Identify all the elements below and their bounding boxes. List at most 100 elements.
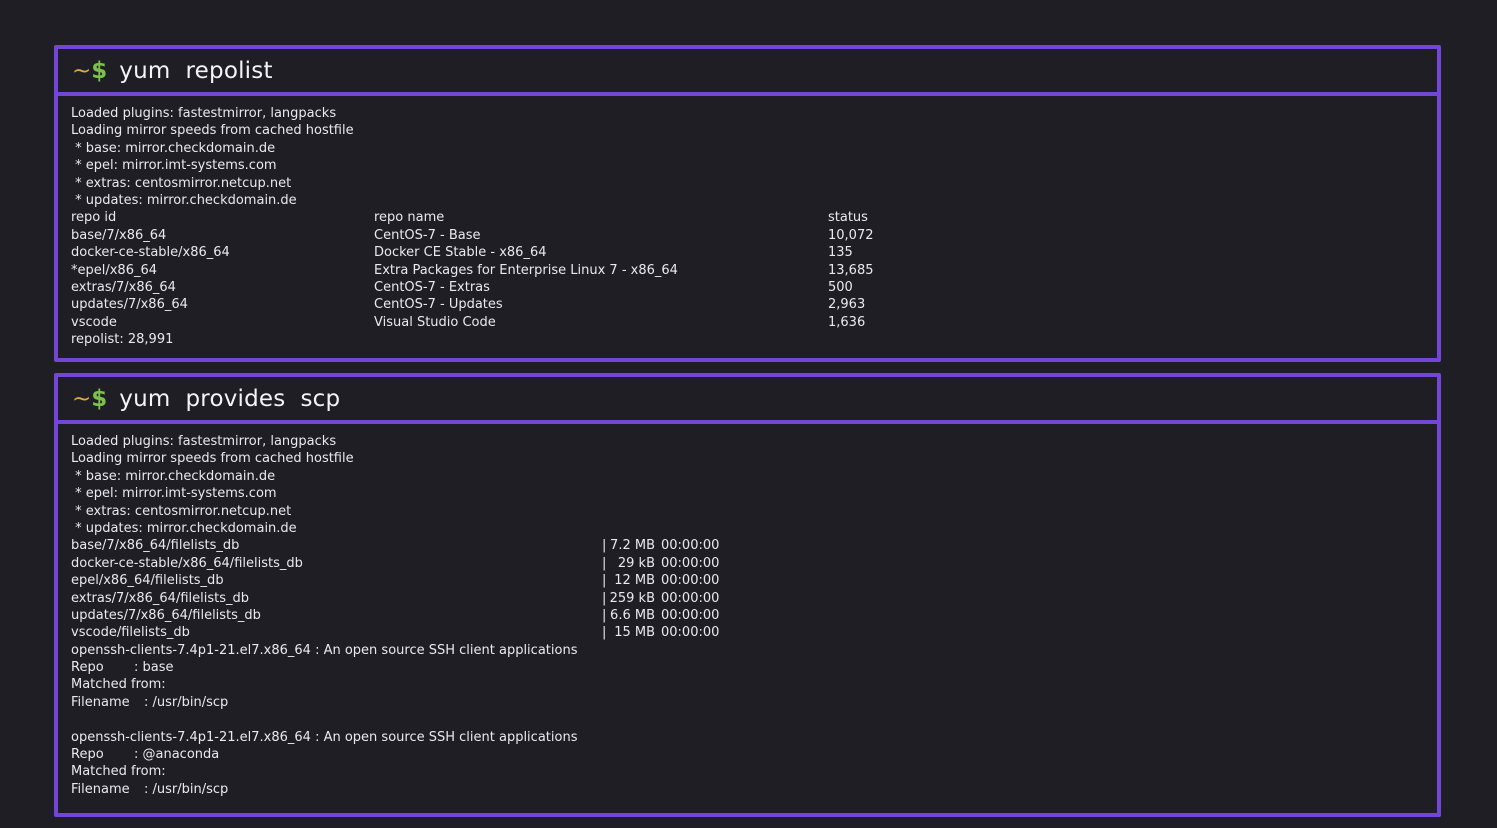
repo-name: Visual Studio Code xyxy=(374,314,496,330)
repolist-total: repolist: 28,991 xyxy=(71,332,174,348)
repo-id: *epel/x86_64 xyxy=(71,262,158,278)
prompt-dollar: $ xyxy=(91,385,108,412)
output-line: Loading mirror speeds from cached hostfi… xyxy=(71,123,354,139)
repo-table-header: repo id repo name status xyxy=(71,209,1437,226)
result-package: openssh-clients-7.4p1-21.el7.x86_64 : An… xyxy=(71,642,578,658)
table-row: *epel/x86_64 Extra Packages for Enterpri… xyxy=(71,262,1437,279)
prompt-tilde: ~ xyxy=(72,385,92,412)
result-filename: Filename : /usr/bin/scp xyxy=(71,694,1437,711)
download-row: vscode/filelists_db | 15 MB 00:00:00 xyxy=(71,624,1437,641)
repo-value: : @anaconda xyxy=(134,747,220,763)
repo-id: base/7/x86_64 xyxy=(71,227,167,243)
repo-label: Repo xyxy=(71,660,104,676)
repo-name: CentOS-7 - Base xyxy=(374,227,481,243)
repo-id: vscode xyxy=(71,314,117,330)
download-name: updates/7/x86_64/filelists_db xyxy=(71,607,261,623)
terminal-panel-provides: ~ $ yum provides scp Loaded plugins: faste… xyxy=(54,373,1441,817)
download-name: epel/x86_64/filelists_db xyxy=(71,573,224,589)
repo-name: Docker CE Stable - x86_64 xyxy=(374,245,547,261)
table-row: vscode Visual Studio Code 1,636 xyxy=(71,314,1437,331)
download-separator: | xyxy=(602,555,607,571)
output-line: * epel: mirror.imt-systems.com xyxy=(71,486,277,502)
result-repo: Repo : base xyxy=(71,659,1437,676)
result-filename: Filename : /usr/bin/scp xyxy=(71,781,1437,798)
result-package: openssh-clients-7.4p1-21.el7.x86_64 : An… xyxy=(71,729,578,745)
repo-name: CentOS-7 - Extras xyxy=(374,279,490,295)
output-line: Loading mirror speeds from cached hostfi… xyxy=(71,451,354,467)
download-size: 15 MB xyxy=(614,625,655,641)
filename-label: Filename xyxy=(71,781,130,797)
download-name: base/7/x86_64/filelists_db xyxy=(71,538,240,554)
repo-status: 13,685 xyxy=(828,262,874,278)
command-text: yum repolist xyxy=(119,57,273,84)
terminal-panel-repolist: ~ $ yum repolist Loaded plugins: fastestmi… xyxy=(54,45,1441,362)
download-size: 259 kB xyxy=(609,590,655,606)
table-row: extras/7/x86_64 CentOS-7 - Extras 500 xyxy=(71,279,1437,296)
download-separator: | xyxy=(602,625,607,641)
output-line: * epel: mirror.imt-systems.com xyxy=(71,158,277,174)
download-row: base/7/x86_64/filelists_db | 7.2 MB 00:0… xyxy=(71,537,1437,554)
repo-status: 10,072 xyxy=(828,227,874,243)
repo-name: CentOS-7 - Updates xyxy=(374,297,503,313)
filename-value: : /usr/bin/scp xyxy=(144,694,229,710)
download-size: 29 kB xyxy=(617,555,655,571)
output-line: * updates: mirror.checkdomain.de xyxy=(71,520,297,536)
repo-name: Extra Packages for Enterprise Linux 7 - … xyxy=(374,262,678,278)
table-row: base/7/x86_64 CentOS-7 - Base 10,072 xyxy=(71,227,1437,244)
output-line: * extras: centosmirror.netcup.net xyxy=(71,503,292,519)
header-repo-id: repo id xyxy=(71,210,117,226)
command-output: Loaded plugins: fastestmirror, langpacks… xyxy=(58,424,1437,798)
repo-id: extras/7/x86_64 xyxy=(71,279,176,295)
prompt-tilde: ~ xyxy=(72,57,92,84)
output-line: * updates: mirror.checkdomain.de xyxy=(71,192,297,208)
download-separator: | xyxy=(602,538,607,554)
table-row: updates/7/x86_64 CentOS-7 - Updates 2,96… xyxy=(71,296,1437,313)
download-size: 12 MB xyxy=(614,573,655,589)
repo-id: docker-ce-stable/x86_64 xyxy=(71,245,230,261)
command-line: ~ $ yum repolist xyxy=(58,49,1437,96)
filename-label: Filename xyxy=(71,694,130,710)
command-text: yum provides scp xyxy=(119,385,341,412)
output-line: * extras: centosmirror.netcup.net xyxy=(71,175,292,191)
result-repo: Repo : @anaconda xyxy=(71,746,1437,763)
download-row: docker-ce-stable/x86_64/filelists_db | 2… xyxy=(71,555,1437,572)
download-row: epel/x86_64/filelists_db | 12 MB 00:00:0… xyxy=(71,572,1437,589)
download-time: 00:00:00 xyxy=(661,625,720,641)
repo-status: 2,963 xyxy=(828,297,866,313)
repo-status: 1,636 xyxy=(828,314,866,330)
download-name: extras/7/x86_64/filelists_db xyxy=(71,590,250,606)
command-line: ~ $ yum provides scp xyxy=(58,377,1437,424)
download-name: docker-ce-stable/x86_64/filelists_db xyxy=(71,555,303,571)
download-row: updates/7/x86_64/filelists_db | 6.6 MB 0… xyxy=(71,607,1437,624)
result-matched: Matched from: xyxy=(71,677,166,693)
download-time: 00:00:00 xyxy=(661,607,720,623)
repo-status: 500 xyxy=(828,279,853,295)
download-size: 6.6 MB xyxy=(610,607,655,623)
output-line: Loaded plugins: fastestmirror, langpacks xyxy=(71,106,337,121)
header-status: status xyxy=(828,210,868,226)
output-line: * base: mirror.checkdomain.de xyxy=(71,140,276,156)
table-row: docker-ce-stable/x86_64 Docker CE Stable… xyxy=(71,244,1437,261)
download-row: extras/7/x86_64/filelists_db | 259 kB 00… xyxy=(71,590,1437,607)
prompt-dollar: $ xyxy=(91,57,108,84)
repo-id: updates/7/x86_64 xyxy=(71,297,188,313)
download-name: vscode/filelists_db xyxy=(71,625,190,641)
download-separator: | xyxy=(602,607,607,623)
output-line: Loaded plugins: fastestmirror, langpacks xyxy=(71,434,337,449)
repo-label: Repo xyxy=(71,747,104,763)
filename-value: : /usr/bin/scp xyxy=(144,781,229,797)
repo-status: 135 xyxy=(828,245,853,261)
output-line: * base: mirror.checkdomain.de xyxy=(71,468,276,484)
command-output: Loaded plugins: fastestmirror, langpacks… xyxy=(58,96,1437,348)
header-repo-name: repo name xyxy=(374,210,445,226)
download-time: 00:00:00 xyxy=(661,590,720,606)
download-time: 00:00:00 xyxy=(661,573,720,589)
download-time: 00:00:00 xyxy=(661,538,720,554)
download-separator: | xyxy=(602,590,607,606)
repo-value: : base xyxy=(134,660,174,676)
download-time: 00:00:00 xyxy=(661,555,720,571)
result-matched: Matched from: xyxy=(71,764,166,780)
download-separator: | xyxy=(602,573,607,589)
download-size: 7.2 MB xyxy=(610,538,655,554)
